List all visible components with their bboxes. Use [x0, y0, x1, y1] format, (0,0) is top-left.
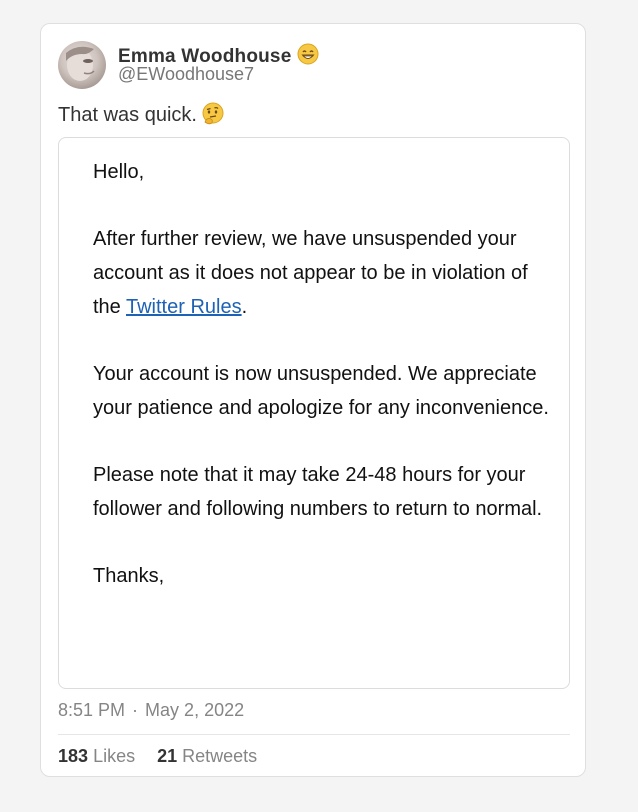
tweet-card: Emma Woodhouse @EWoodhouse7 That was qui… — [40, 23, 586, 777]
tweet-date: May 2, 2022 — [145, 700, 245, 720]
likes-label: Likes — [93, 746, 136, 766]
tweet-text: That was quick. — [58, 102, 225, 132]
email-body: Hello, After further review, we have uns… — [93, 156, 553, 628]
email-paragraph-3: Please note that it may take 24-48 hours… — [93, 464, 543, 520]
email-paragraph-1-end: . — [241, 295, 248, 318]
email-paragraph-2: Your account is now unsuspended. We appr… — [93, 363, 549, 419]
email-closing: Thanks, — [93, 565, 165, 588]
tweet-timestamp[interactable]: 8:51 PM · May 2, 2022 — [58, 700, 244, 721]
twitter-rules-link[interactable]: Twitter Rules — [126, 296, 242, 318]
retweets-label: Retweets — [182, 746, 258, 766]
tweet-text-content: That was quick. — [58, 104, 197, 126]
divider — [58, 734, 570, 735]
tweet-stats: 183 Likes 21 Retweets — [58, 746, 279, 767]
thinking-face-icon — [201, 102, 225, 132]
user-handle[interactable]: @EWoodhouse7 — [118, 64, 254, 85]
grinning-face-icon — [297, 43, 319, 71]
email-paragraph-1: After further review, we have unsuspende… — [93, 223, 553, 324]
retweets-stat[interactable]: 21 Retweets — [157, 746, 257, 766]
tweet-time: 8:51 PM — [58, 700, 126, 720]
retweets-count: 21 — [157, 746, 178, 766]
likes-count: 183 — [58, 746, 89, 766]
embedded-screenshot[interactable]: Hello, After further review, we have uns… — [58, 137, 570, 689]
avatar[interactable] — [58, 41, 106, 89]
likes-stat[interactable]: 183 Likes — [58, 746, 135, 766]
avatar-photo — [66, 46, 95, 81]
meta-separator: · — [132, 700, 139, 720]
email-greeting: Hello, — [93, 161, 145, 183]
